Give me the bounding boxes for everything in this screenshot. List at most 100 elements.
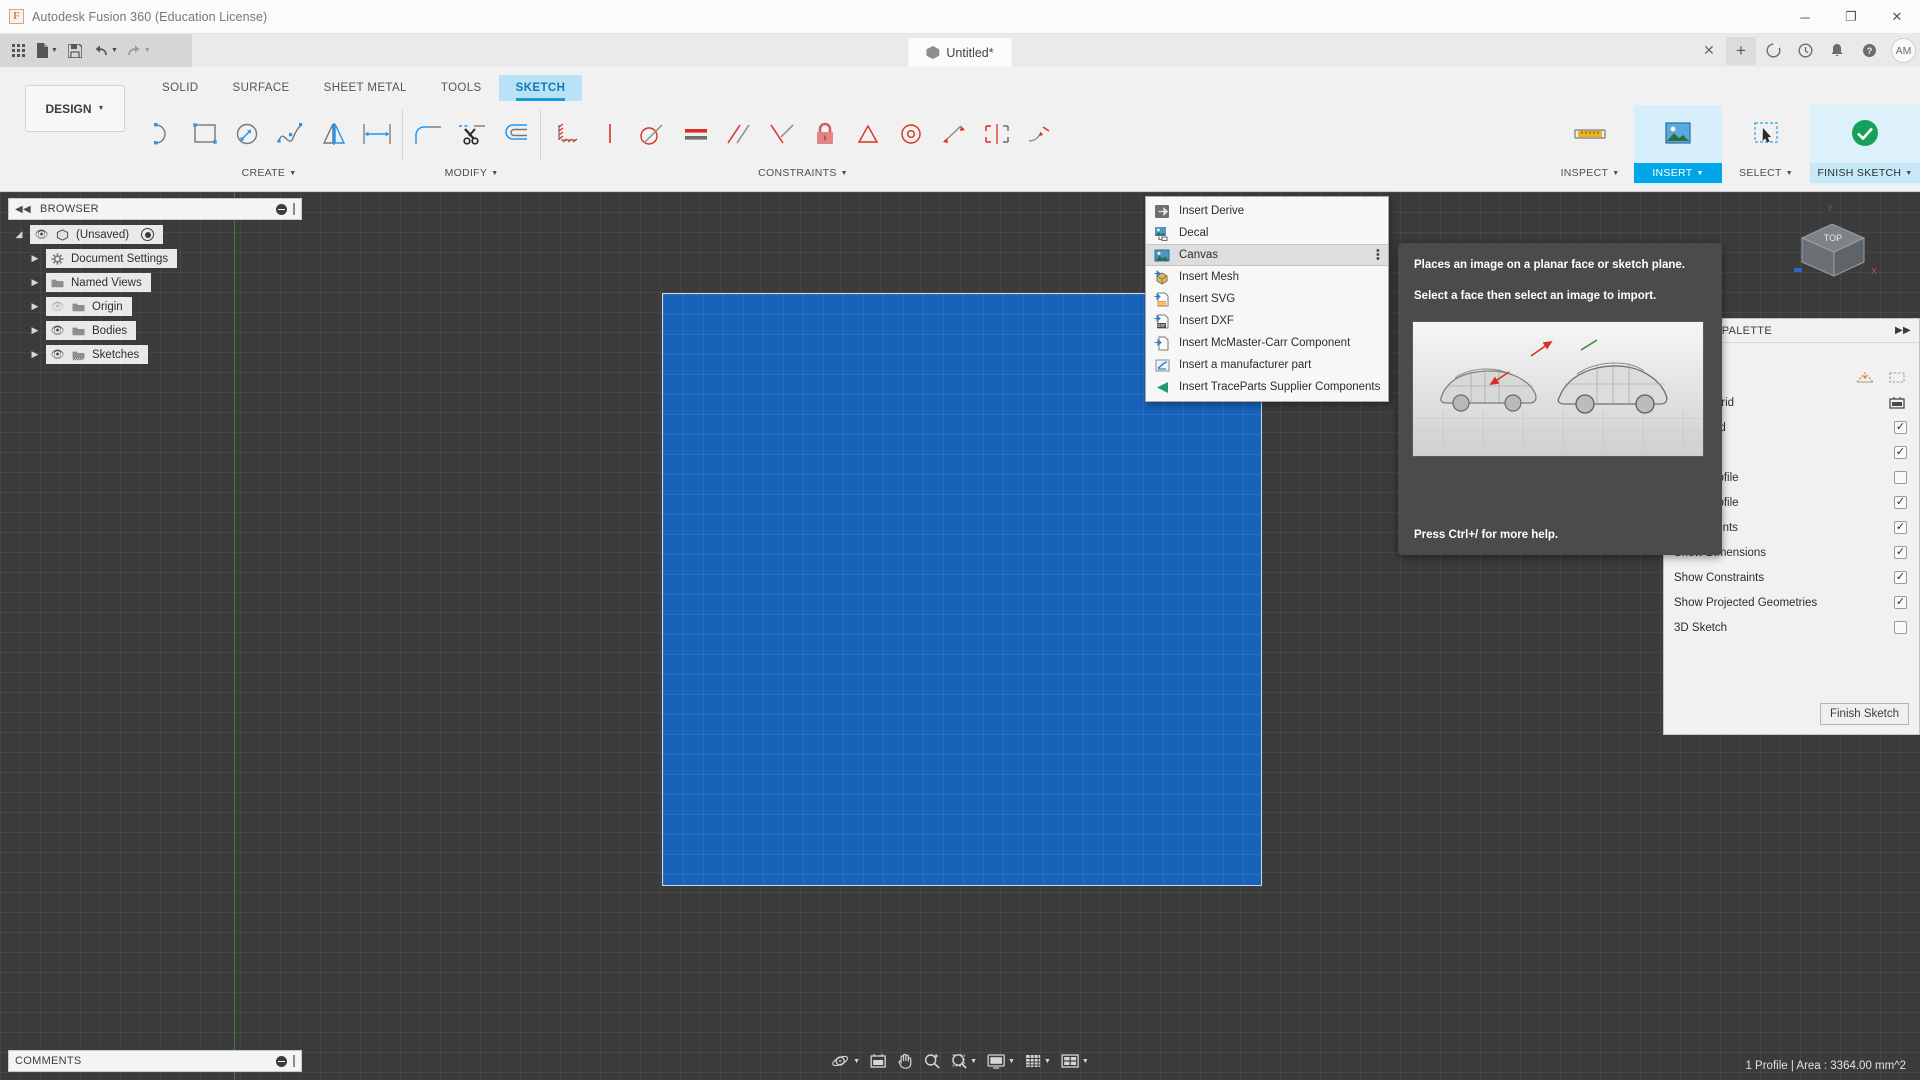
zoom-button[interactable]: [919, 1049, 945, 1073]
menu-item-insert-traceparts[interactable]: Insert TraceParts Supplier Components: [1146, 376, 1388, 398]
menu-item-insert-mcmaster-carr[interactable]: Insert McMaster-Carr Component: [1146, 332, 1388, 354]
browser-resize-grip[interactable]: [293, 203, 295, 215]
expand-triangle-icon[interactable]: ▶: [24, 325, 46, 336]
tree-chip-bodies[interactable]: 👁 Bodies: [46, 321, 136, 340]
menu-item-canvas[interactable]: Canvas •••: [1146, 244, 1388, 266]
tool-sketch-arc[interactable]: [140, 110, 183, 158]
tool-circle[interactable]: [226, 110, 269, 158]
tool-fillet[interactable]: [407, 110, 450, 158]
activate-component-radio[interactable]: [141, 228, 154, 241]
close-tab-button[interactable]: ✕: [1694, 37, 1724, 65]
show-profile-checkbox[interactable]: ✓: [1894, 496, 1907, 509]
tool-mirror[interactable]: [312, 110, 355, 158]
tree-chip-root[interactable]: 👁 (Unsaved): [30, 225, 163, 244]
tree-chip-named-views[interactable]: Named Views: [46, 273, 151, 292]
expand-triangle-icon[interactable]: ▶: [24, 301, 46, 312]
pan-window-button[interactable]: [865, 1049, 891, 1073]
viewports-button[interactable]: ▼: [1056, 1049, 1093, 1073]
new-document-button[interactable]: ▼: [33, 37, 61, 64]
tool-constraint-perpendicular[interactable]: [760, 110, 803, 158]
tool-constraint-coincident[interactable]: [932, 110, 975, 158]
show-projected-geometries-checkbox[interactable]: ✓: [1894, 596, 1907, 609]
help-button[interactable]: ?: [1854, 37, 1884, 65]
menu-item-decal[interactable]: Decal: [1146, 222, 1388, 244]
tool-insert[interactable]: [1657, 110, 1700, 158]
tree-row-document-settings[interactable]: ▶ Document Settings: [8, 249, 308, 268]
menu-item-insert-derive[interactable]: Insert Derive: [1146, 200, 1388, 222]
maximize-button[interactable]: ❐: [1828, 0, 1874, 34]
tab-tools[interactable]: TOOLS: [424, 75, 499, 101]
tree-chip-document-settings[interactable]: Document Settings: [46, 249, 177, 268]
tool-constraint-fix[interactable]: [545, 110, 588, 158]
tool-trim[interactable]: [450, 110, 493, 158]
comments-panel-header[interactable]: COMMENTS: [8, 1050, 302, 1072]
tool-finish-sketch[interactable]: [1844, 110, 1887, 158]
snap-grid-checkbox[interactable]: ✓: [1894, 421, 1907, 434]
expand-right-icon[interactable]: ▶▶: [1895, 325, 1911, 336]
palette-row-show-constraints[interactable]: Show Constraints ✓: [1664, 565, 1919, 590]
menu-item-insert-mesh[interactable]: Insert Mesh: [1146, 266, 1388, 288]
tab-solid[interactable]: SOLID: [145, 75, 216, 101]
look-at-icon[interactable]: [1855, 370, 1875, 385]
comments-resize-grip[interactable]: [293, 1055, 295, 1067]
slice-icon[interactable]: [1887, 370, 1907, 385]
kebab-icon[interactable]: •••: [1376, 249, 1380, 261]
display-settings-button[interactable]: ▼: [982, 1049, 1019, 1073]
menu-item-insert-manufacturer-part[interactable]: Insert a manufacturer part: [1146, 354, 1388, 376]
eye-off-icon[interactable]: 👁: [50, 300, 65, 313]
tab-sheet-metal[interactable]: SHEET METAL: [307, 75, 424, 101]
expand-triangle-icon[interactable]: ▶: [24, 277, 46, 288]
close-window-button[interactable]: ✕: [1874, 0, 1920, 34]
tool-constraint-equal[interactable]: [674, 110, 717, 158]
show-profile-checkbox-a[interactable]: [1894, 471, 1907, 484]
tab-sketch[interactable]: SKETCH: [499, 75, 583, 101]
tree-row-bodies[interactable]: ▶ 👁 Bodies: [8, 321, 308, 340]
tool-constraint-symmetry[interactable]: [975, 110, 1018, 158]
tool-constraint-fix-lock[interactable]: [803, 110, 846, 158]
view-cube[interactable]: TOP Y X: [1782, 202, 1878, 298]
tree-row-sketches[interactable]: ▶ 👁 Sketches: [8, 345, 308, 364]
job-status-button[interactable]: [1758, 37, 1788, 65]
undo-button[interactable]: ▼: [90, 37, 121, 64]
insert-group-label[interactable]: INSERT ▼: [1634, 163, 1722, 183]
eye-icon[interactable]: 👁: [50, 324, 65, 337]
tree-row-named-views[interactable]: ▶ Named Views: [8, 273, 308, 292]
notifications-button[interactable]: [1822, 37, 1852, 65]
collapse-left-icon[interactable]: ◀◀: [15, 204, 31, 215]
tree-chip-sketches[interactable]: 👁 Sketches: [46, 345, 148, 364]
tool-spline[interactable]: [269, 110, 312, 158]
document-tab[interactable]: Untitled*: [908, 38, 1011, 67]
select-group-label[interactable]: SELECT ▼: [1722, 163, 1810, 183]
recent-button[interactable]: [1790, 37, 1820, 65]
browser-minimize-icon[interactable]: [276, 204, 287, 215]
comments-minimize-icon[interactable]: [276, 1056, 287, 1067]
menu-item-insert-dxf[interactable]: DXF Insert DXF: [1146, 310, 1388, 332]
eye-icon[interactable]: 👁: [34, 228, 49, 241]
finish-sketch-button[interactable]: Finish Sketch: [1820, 703, 1909, 725]
minimize-button[interactable]: ─: [1782, 0, 1828, 34]
finish-sketch-group-label[interactable]: FINISH SKETCH ▼: [1810, 163, 1920, 183]
tree-row-root[interactable]: ◢ 👁 (Unsaved): [8, 225, 308, 244]
palette-row-3d-sketch[interactable]: 3D Sketch: [1664, 615, 1919, 640]
new-tab-button[interactable]: +: [1726, 37, 1756, 65]
3d-sketch-checkbox[interactable]: [1894, 621, 1907, 634]
expand-triangle-icon[interactable]: ▶: [24, 349, 46, 360]
inspect-group-label[interactable]: INSPECT ▼: [1546, 163, 1634, 183]
tool-constraint-vertical[interactable]: [588, 110, 631, 158]
tool-constraint-midpoint[interactable]: [846, 110, 889, 158]
slice-checkbox[interactable]: ✓: [1894, 446, 1907, 459]
tree-chip-origin[interactable]: 👁 Origin: [46, 297, 132, 316]
show-constraints-checkbox[interactable]: ✓: [1894, 571, 1907, 584]
expand-triangle-icon[interactable]: ▶: [24, 253, 46, 264]
tool-constraint-concentric[interactable]: [889, 110, 932, 158]
save-button[interactable]: [63, 37, 88, 64]
app-grid-button[interactable]: [6, 37, 31, 64]
tree-row-origin[interactable]: ▶ 👁 Origin: [8, 297, 308, 316]
tab-surface[interactable]: SURFACE: [216, 75, 307, 101]
create-group-label[interactable]: CREATE ▼: [140, 163, 398, 183]
expand-triangle-icon[interactable]: ◢: [8, 229, 30, 240]
pan-hand-button[interactable]: [892, 1049, 918, 1073]
orbit-button[interactable]: ▼: [827, 1049, 864, 1073]
tool-constraint-curvature[interactable]: [1018, 110, 1061, 158]
tool-select[interactable]: [1745, 110, 1788, 158]
